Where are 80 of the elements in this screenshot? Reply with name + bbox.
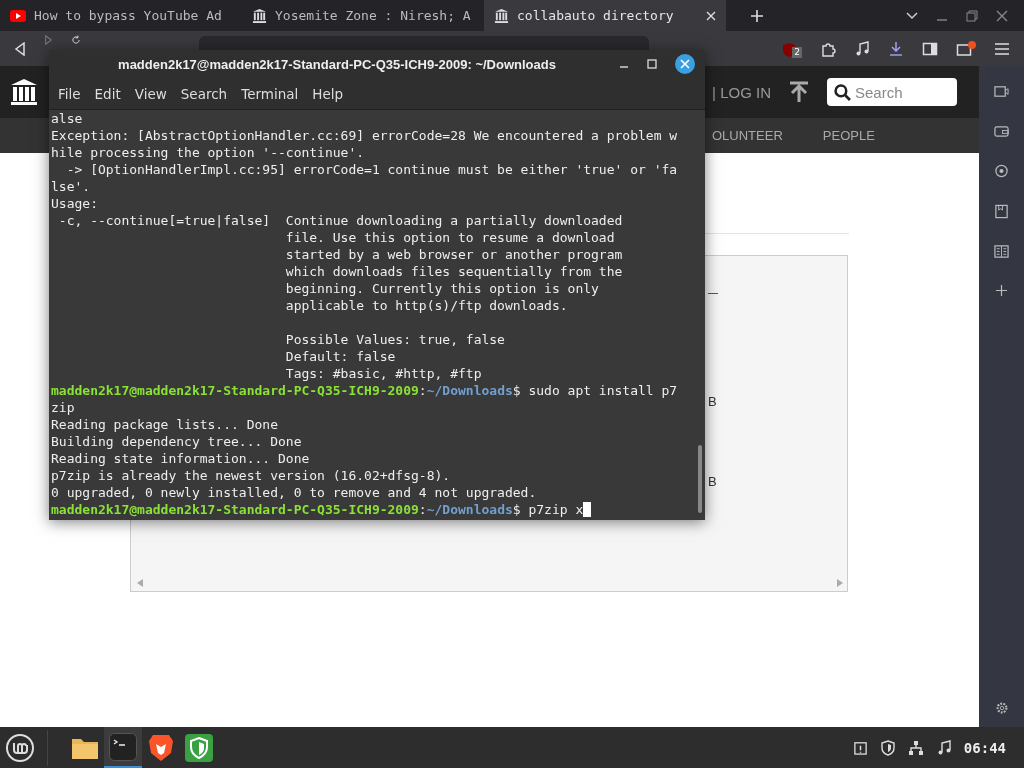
command-text: $ sudo apt install p7 bbox=[512, 383, 678, 398]
maximize-icon[interactable] bbox=[647, 59, 657, 69]
menu-item[interactable]: View bbox=[127, 86, 174, 102]
prompt-user-host: madden2k17@madden2k17-Standard-PC-Q35-ICH9-2009 bbox=[51, 383, 419, 398]
terminal-output-line: Possible Values: true, false bbox=[284, 331, 506, 348]
terminal-output-line: -c, --continue[=true|false] Continue downloading a partially downloaded bbox=[57, 212, 624, 229]
nav-link[interactable]: OLUNTEER bbox=[712, 128, 783, 143]
terminal-output-line: Tags: #basic, #http, #ftp bbox=[284, 365, 483, 382]
window-icon[interactable] bbox=[994, 84, 1009, 99]
terminal-output-line: Exception: [AbstractOptionHandler.cc:69] errorCode=28 We encountered a problem w bbox=[51, 127, 679, 144]
terminal-output-line: Reading package lists... Done bbox=[51, 416, 279, 433]
terminal-output-line: p7zip is already the newest version (16.02+dfsg-8). bbox=[51, 467, 452, 484]
bookmark-icon[interactable] bbox=[994, 204, 1009, 219]
terminal-icon bbox=[109, 732, 137, 761]
terminal-output-line: -> [OptionHandlerImpl.cc:95] errorCode=1 continue must be either 'true' or 'fa bbox=[65, 161, 679, 178]
clock[interactable]: 06:44 bbox=[963, 739, 1006, 756]
sidebar-icon[interactable] bbox=[922, 40, 938, 57]
back-icon[interactable] bbox=[14, 41, 26, 56]
reload-icon[interactable] bbox=[71, 35, 81, 45]
terminal-output-line: applicable to http(s)/ftp downloads. bbox=[284, 297, 569, 314]
shield-icon[interactable] bbox=[879, 739, 896, 756]
add-icon[interactable] bbox=[995, 284, 1008, 297]
terminal-output-line: which downloads files sequentially from the bbox=[284, 263, 624, 280]
menu-item[interactable]: Edit bbox=[87, 86, 128, 102]
file-size-text: B bbox=[708, 394, 716, 409]
menu-item[interactable]: Search bbox=[173, 86, 235, 102]
nav-link[interactable]: PEOPLE bbox=[822, 128, 875, 143]
play-icon bbox=[10, 9, 26, 22]
mint-logo-icon[interactable] bbox=[5, 732, 35, 763]
menu-item[interactable]: Help bbox=[305, 86, 351, 102]
menu-item[interactable]: File bbox=[51, 86, 88, 102]
puzzle-icon[interactable] bbox=[820, 40, 836, 57]
login-link[interactable]: | LOG IN bbox=[712, 83, 771, 101]
window-title: madden2k17@madden2k17-Standard-PC-Q35-ICH9-2009: ~/Downloads bbox=[118, 57, 556, 72]
clipboard-icon[interactable] bbox=[852, 740, 868, 755]
terminal-output-line: started by a web browser or another program bbox=[284, 246, 624, 263]
lion-icon bbox=[148, 733, 174, 762]
terminal-output-line: Default: false bbox=[284, 348, 397, 365]
temple-icon bbox=[494, 8, 509, 23]
terminal-output-line: file. Use this option to resume a download bbox=[284, 229, 616, 246]
terminal-output-line: alse bbox=[51, 110, 84, 127]
temple-icon[interactable] bbox=[10, 78, 38, 106]
prompt-path: ~/Downloads bbox=[426, 383, 513, 398]
menu-item[interactable]: Terminal bbox=[234, 86, 306, 102]
browser-tab[interactable]: Yosemite Zone : Niresh; A bbox=[242, 0, 484, 31]
chevron-down-icon[interactable] bbox=[906, 11, 918, 20]
restore-icon[interactable] bbox=[966, 9, 978, 22]
file-size-text: B bbox=[708, 474, 716, 489]
music-note-icon[interactable] bbox=[854, 40, 870, 57]
prompt-user-host: madden2k17@madden2k17-Standard-PC-Q35-ICH9-2009 bbox=[51, 502, 419, 517]
prompt-separator: : bbox=[418, 502, 427, 517]
settings-icon[interactable] bbox=[994, 701, 1009, 715]
reader-icon[interactable] bbox=[994, 244, 1009, 259]
upload-icon[interactable] bbox=[789, 81, 809, 103]
terminal-output-line: lse'. bbox=[51, 178, 92, 195]
terminal-output-line: hile processing the option '--continue'. bbox=[51, 144, 366, 161]
terminal-output-line: beginning. Currently this option is only bbox=[284, 280, 600, 297]
browser-tab[interactable]: collabauto directory bbox=[484, 0, 726, 31]
search-icon bbox=[834, 84, 851, 101]
menu-icon[interactable] bbox=[994, 41, 1010, 56]
close-icon[interactable] bbox=[675, 54, 695, 74]
prompt-separator: : bbox=[418, 383, 427, 398]
terminal-output-line: Building dependency tree... Done bbox=[51, 433, 303, 450]
network-icon[interactable] bbox=[907, 739, 924, 756]
terminal-output-line: zip bbox=[51, 399, 76, 416]
temple-icon bbox=[252, 8, 267, 23]
command-text: $ p7zip x bbox=[512, 502, 584, 517]
terminal-output-line: 0 upgraded, 0 newly installed, 0 to remove and 4 not upgraded. bbox=[51, 484, 538, 501]
shield-icon bbox=[185, 733, 213, 762]
wallet-icon[interactable] bbox=[956, 40, 976, 57]
download-icon[interactable] bbox=[888, 40, 904, 57]
music-note-icon[interactable] bbox=[935, 739, 952, 756]
wallet-icon[interactable] bbox=[994, 124, 1009, 139]
forward-icon[interactable] bbox=[44, 35, 53, 45]
search-field[interactable]: Search bbox=[827, 78, 957, 106]
terminal-output-line: Usage: bbox=[51, 195, 99, 212]
prompt-path: ~/Downloads bbox=[426, 502, 513, 517]
new-tab-icon[interactable] bbox=[750, 8, 764, 23]
browser-tab[interactable]: How to bypass YouTube Ad bbox=[0, 0, 242, 31]
terminal-output-line: Reading state information... Done bbox=[51, 450, 311, 467]
